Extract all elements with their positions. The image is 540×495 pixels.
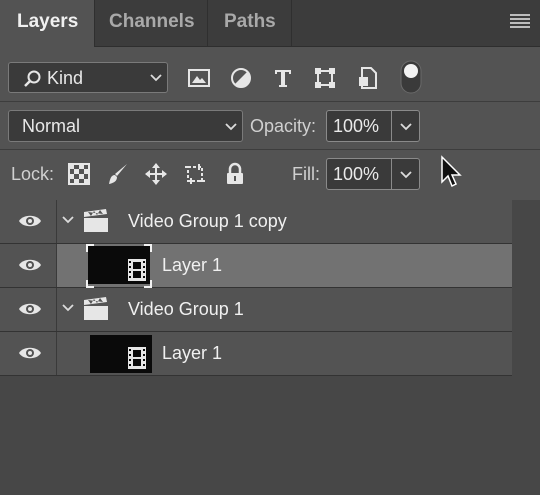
opacity-value: 100%	[333, 116, 380, 136]
opacity-label: Opacity:	[250, 116, 317, 136]
layer-row-video-group-1[interactable]: Video Group 1	[0, 288, 512, 332]
opacity-dropdown-button[interactable]	[392, 110, 420, 142]
video-layer-badge-icon	[128, 347, 146, 369]
layer-row-video-group-1-copy[interactable]: Video Group 1 copy	[0, 200, 512, 244]
fill-dropdown-button[interactable]	[392, 158, 420, 190]
mouse-cursor-icon	[441, 155, 462, 188]
filter-kind-label: Kind	[47, 68, 84, 88]
layer-name: Video Group 1	[128, 299, 244, 319]
adjustment-filter-icon[interactable]	[229, 66, 253, 90]
chevron-down-icon	[400, 171, 412, 179]
visibility-toggle[interactable]	[0, 200, 57, 243]
layers-list: Video Group 1 copy Layer 1 Video Group 1…	[0, 200, 540, 495]
shape-filter-icon[interactable]	[313, 66, 337, 90]
fill-input[interactable]: 100%	[326, 158, 392, 190]
layers-panel: Layers Channels Paths Kind Normal Opacit…	[0, 0, 540, 495]
eye-icon	[19, 347, 41, 359]
lock-position-icon[interactable]	[144, 162, 168, 186]
eye-icon	[19, 303, 41, 315]
search-icon	[24, 70, 41, 87]
lock-artboard-icon[interactable]	[183, 162, 207, 186]
image-filter-icon[interactable]	[187, 66, 211, 90]
scrollbar-track[interactable]	[512, 200, 540, 495]
fill-label: Fill:	[292, 164, 320, 184]
layers-empty-area	[0, 376, 512, 495]
divider	[0, 149, 540, 150]
lock-image-pixels-icon[interactable]	[106, 162, 130, 186]
layer-name: Layer 1	[162, 255, 223, 275]
smart-object-filter-icon[interactable]	[356, 66, 380, 90]
opacity-input[interactable]: 100%	[326, 110, 392, 142]
eye-icon	[19, 215, 41, 227]
chevron-down-icon	[225, 123, 237, 131]
lock-transparent-pixels-icon[interactable]	[67, 162, 91, 186]
panel-tab-bar: Layers Channels Paths	[0, 0, 540, 47]
video-group-icon	[84, 297, 108, 320]
tab-layers-label: Layers	[17, 11, 79, 32]
video-layer-badge-icon	[128, 259, 146, 281]
visibility-toggle[interactable]	[0, 332, 57, 375]
blend-mode-select[interactable]: Normal	[8, 110, 243, 142]
layer-name: Layer 1	[162, 343, 223, 363]
tab-channels-label: Channels	[109, 11, 195, 32]
layer-row-layer-1-selected[interactable]: Layer 1	[0, 244, 512, 288]
filter-kind-select[interactable]: Kind	[8, 62, 168, 93]
panel-menu-icon[interactable]	[510, 12, 530, 32]
tab-layers[interactable]: Layers	[0, 0, 95, 47]
blend-mode-value: Normal	[22, 116, 81, 136]
type-filter-icon[interactable]	[271, 66, 295, 90]
eye-icon	[19, 259, 41, 271]
lock-label: Lock:	[11, 164, 55, 184]
chevron-down-icon	[150, 74, 162, 82]
tab-channels[interactable]: Channels	[95, 0, 208, 46]
lock-all-icon[interactable]	[223, 162, 247, 186]
tab-paths[interactable]: Paths	[208, 0, 292, 46]
fill-value: 100%	[333, 164, 380, 184]
layer-row-layer-1[interactable]: Layer 1	[0, 332, 512, 376]
expand-chevron-icon[interactable]	[61, 303, 75, 313]
chevron-down-icon	[400, 123, 412, 131]
video-group-icon	[84, 209, 108, 232]
expand-chevron-icon[interactable]	[61, 215, 75, 225]
tab-paths-label: Paths	[224, 11, 276, 32]
divider	[0, 101, 540, 102]
filter-toggle-icon[interactable]	[400, 60, 422, 94]
layer-name: Video Group 1 copy	[128, 211, 287, 231]
visibility-toggle[interactable]	[0, 244, 57, 287]
visibility-toggle[interactable]	[0, 288, 57, 331]
